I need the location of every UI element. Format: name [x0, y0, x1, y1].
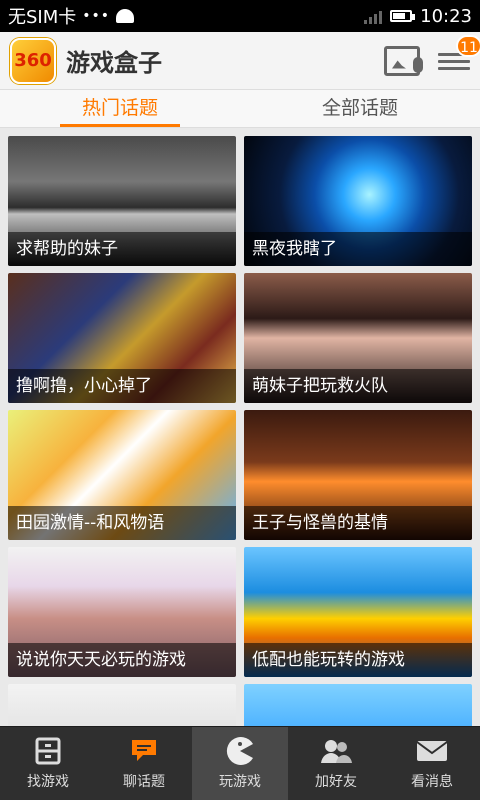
- nav-label: 找游戏: [27, 773, 69, 790]
- topic-card[interactable]: 王子与怪兽的基情: [244, 410, 472, 540]
- mail-icon: [415, 737, 449, 765]
- notification-badge: 11: [456, 34, 480, 57]
- topic-card[interactable]: 撸啊撸，小心掉了: [8, 273, 236, 403]
- app-title: 游戏盒子: [66, 49, 162, 77]
- nav-add-friends[interactable]: 加好友: [288, 727, 384, 800]
- image-voice-search-icon[interactable]: [384, 45, 423, 76]
- topic-title: 求帮助的妹子: [8, 232, 236, 266]
- menu-icon[interactable]: 11: [438, 34, 480, 73]
- tab-hot-topics[interactable]: 热门话题: [0, 90, 240, 127]
- nav-label: 看消息: [411, 773, 453, 790]
- nav-label: 加好友: [315, 773, 357, 790]
- topic-title: 黑夜我瞎了: [244, 232, 472, 266]
- sim-status: 无SIM卡: [8, 7, 77, 28]
- topic-title: 说说你天天必玩的游戏: [8, 643, 236, 677]
- topic-title: 王子与怪兽的基情: [244, 506, 472, 540]
- pacman-icon: [223, 736, 257, 765]
- topic-card[interactable]: 低配也能玩转的游戏: [244, 547, 472, 677]
- topic-image: [8, 684, 236, 726]
- topic-card[interactable]: 黑夜我瞎了: [244, 136, 472, 266]
- tab-all-topics[interactable]: 全部话题: [240, 90, 480, 127]
- battery-icon: [390, 10, 416, 22]
- topic-title: 撸啊撸，小心掉了: [8, 369, 236, 403]
- bottom-navigation: 找游戏 聊话题 玩游戏 加好友 看消息: [0, 726, 480, 800]
- signal-icon: [364, 8, 383, 24]
- status-left: 无SIM卡 •••: [8, 3, 135, 29]
- topic-grid: 求帮助的妹子 黑夜我瞎了撸啊撸，小心掉了 萌妹子把玩救火队田园激情--和风物语 王子与…: [0, 128, 480, 726]
- topic-card[interactable]: 萌妹子把玩救火队: [244, 273, 472, 403]
- notification-dots: •••: [82, 8, 111, 24]
- nav-label: 玩游戏: [219, 773, 261, 790]
- topic-title: 低配也能玩转的游戏: [244, 643, 472, 677]
- nav-view-messages[interactable]: 看消息: [384, 727, 480, 800]
- topic-card[interactable]: [8, 684, 236, 726]
- friends-icon: [319, 737, 353, 765]
- topic-image: [244, 684, 472, 726]
- topic-tabs: 热门话题 全部话题: [0, 90, 480, 128]
- topic-card[interactable]: 说说你天天必玩的游戏: [8, 547, 236, 677]
- nav-find-games[interactable]: 找游戏: [0, 727, 96, 800]
- android-icon: [116, 9, 135, 23]
- chat-icon: [127, 737, 161, 765]
- topic-card[interactable]: [244, 684, 472, 726]
- app-logo: 360: [10, 37, 56, 84]
- logo-text: 360: [14, 50, 52, 71]
- status-bar: 无SIM卡 ••• 10:23: [0, 0, 480, 32]
- topic-title: 萌妹子把玩救火队: [244, 369, 472, 403]
- topic-title: 田园激情--和风物语: [8, 506, 236, 540]
- app-bar: 360 游戏盒子 11: [0, 32, 480, 90]
- topic-card[interactable]: 求帮助的妹子: [8, 136, 236, 266]
- topic-card[interactable]: 田园激情--和风物语: [8, 410, 236, 540]
- app-actions: 11: [384, 34, 480, 76]
- nav-chat-topics[interactable]: 聊话题: [96, 727, 192, 800]
- nav-play-games[interactable]: 玩游戏: [192, 727, 288, 800]
- nav-label: 聊话题: [123, 773, 165, 790]
- status-right: 10:23: [364, 6, 472, 27]
- clock: 10:23: [420, 5, 472, 27]
- cabinet-icon: [31, 737, 65, 765]
